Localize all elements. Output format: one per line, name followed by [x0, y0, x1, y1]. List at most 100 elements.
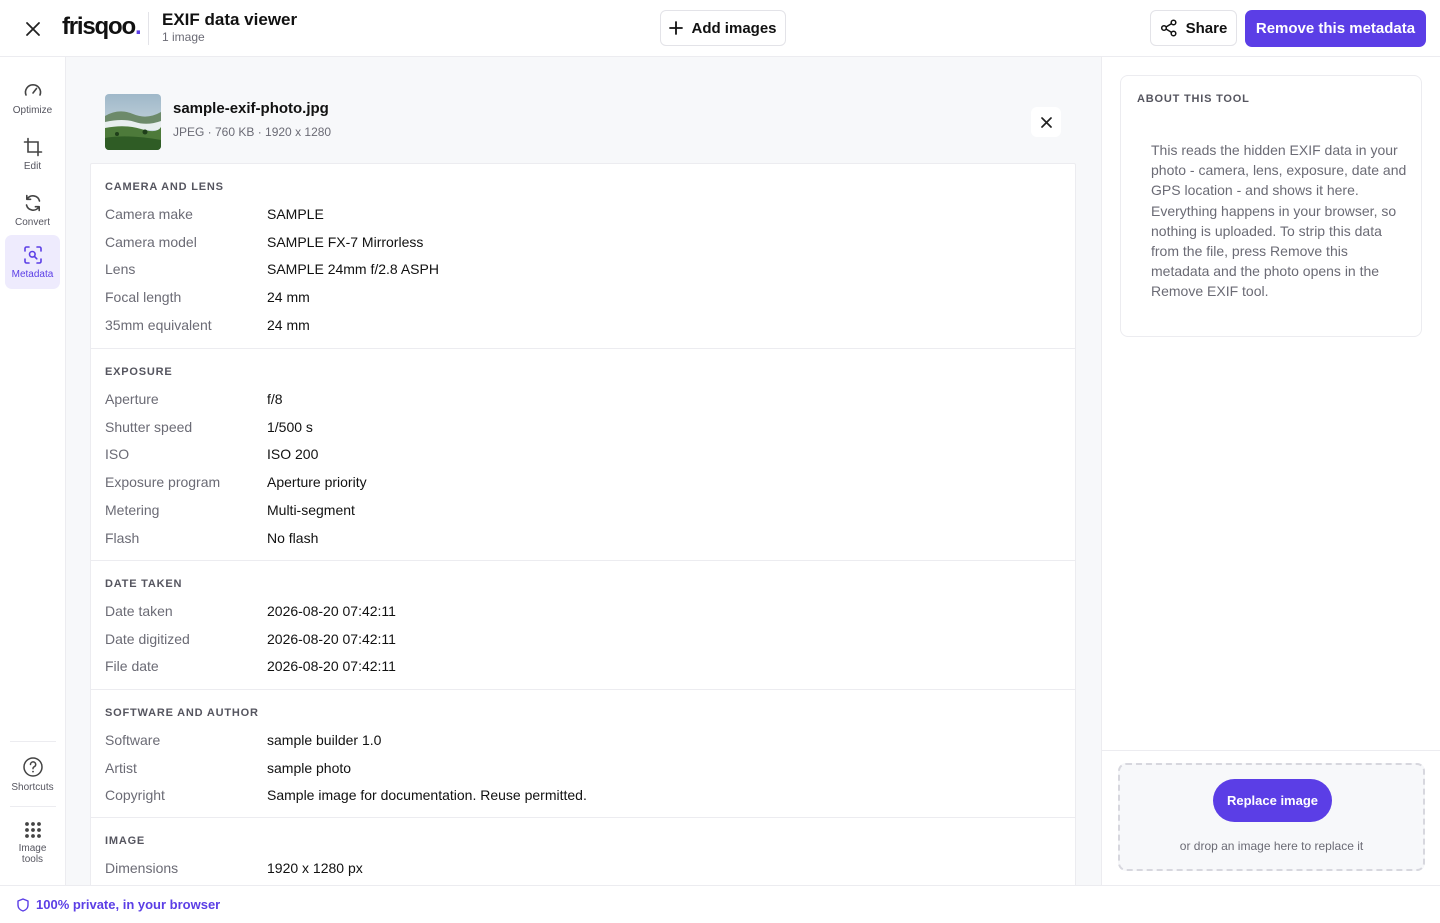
metadata-row: Lens SAMPLE 24mm f/2.8 ASPH	[105, 256, 1061, 284]
close-icon	[1040, 116, 1052, 128]
close-button[interactable]	[18, 14, 48, 44]
crop-icon	[23, 137, 42, 156]
metadata-row: Flash No flash	[105, 524, 1061, 552]
metadata-key: Lens	[105, 261, 136, 278]
section-title: CAMERA AND LENS	[105, 181, 224, 193]
metadata-row: File date 2026-08-20 07:42:11	[105, 653, 1061, 681]
rail-label-image-tools-line2: tools	[21, 854, 44, 865]
metadata-value: Multi-segment	[267, 502, 355, 519]
remove-metadata-button[interactable]: Remove this metadata	[1245, 10, 1426, 47]
grid-icon	[24, 822, 41, 838]
metadata-value: 2026-08-20 07:42:11	[267, 602, 396, 619]
metadata-key: Date taken	[105, 602, 173, 619]
file-thumbnail[interactable]	[105, 94, 161, 150]
tool-rail: Optimize Edit Convert Metadata Shortcuts	[0, 57, 66, 885]
about-text: This reads the hidden EXIF data in your …	[1151, 142, 1407, 300]
main-content: sample-exif-photo.jpg JPEG · 760 KB · 19…	[66, 57, 1101, 885]
rail-item-edit[interactable]: Edit	[5, 127, 60, 181]
section-title: SOFTWARE AND AUTHOR	[105, 707, 259, 719]
page-title: EXIF data viewer	[162, 10, 298, 29]
metadata-row: 35mm equivalent 24 mm	[105, 311, 1061, 339]
metadata-row: Exposure program Aperture priority	[105, 468, 1061, 496]
metadata-key: Date digitized	[105, 630, 190, 647]
about-title: ABOUT THIS TOOL	[1137, 93, 1250, 105]
metadata-key: 35mm equivalent	[105, 317, 212, 334]
section-title: EXPOSURE	[105, 366, 173, 378]
metadata-row: Artist sample photo	[105, 754, 1061, 782]
privacy-note[interactable]: 100% private, in your browser	[16, 897, 220, 912]
add-images-button[interactable]: Add images	[660, 10, 786, 46]
about-card: ABOUT THIS TOOL This reads the hidden EX…	[1120, 75, 1422, 337]
rail-label-optimize: Optimize	[12, 104, 53, 116]
metadata-row: Date digitized 2026-08-20 07:42:11	[105, 625, 1061, 653]
metadata-row: Camera make SAMPLE	[105, 200, 1061, 228]
metadata-row: Shutter speed 1/500 s	[105, 413, 1061, 441]
image-dropzone[interactable]: Replace image or drop an image here to r…	[1118, 763, 1425, 871]
landscape-thumbnail-image	[105, 94, 161, 150]
metadata-value: 24 mm	[267, 289, 310, 306]
metadata-value: sample photo	[267, 759, 352, 776]
scan-search-icon	[23, 245, 42, 264]
replace-image-button[interactable]: Replace image	[1213, 779, 1332, 822]
rail-item-metadata[interactable]: Metadata	[5, 235, 60, 289]
section-title: IMAGE	[105, 835, 146, 847]
metadata-row: Aperture f/8	[105, 385, 1061, 413]
top-bar: frisqoo. EXIF data viewer 1 image Add im…	[0, 0, 1440, 57]
rail-label-edit: Edit	[23, 160, 42, 172]
file-name: sample-exif-photo.jpg	[173, 100, 329, 117]
metadata-value: Sample image for documentation. Reuse pe…	[267, 787, 587, 804]
metadata-key: Copyright	[105, 787, 165, 804]
rail-item-image-tools[interactable]: Image tools	[5, 814, 60, 872]
file-meta: JPEG · 760 KB · 1920 x 1280	[173, 125, 332, 139]
share-label: Share	[1185, 19, 1228, 37]
logo-dot: .	[134, 13, 142, 40]
metadata-key: Camera model	[105, 233, 197, 250]
rail-item-shortcuts[interactable]: Shortcuts	[5, 747, 60, 801]
metadata-row: Dimensions 1920 x 1280 px	[105, 854, 1061, 882]
metadata-key: Dimensions	[105, 859, 179, 876]
metadata-value: f/8	[267, 390, 283, 407]
status-bar: 100% private, in your browser	[0, 885, 1440, 923]
metadata-row: ISO ISO 200	[105, 441, 1061, 469]
brand-logo[interactable]: frisqoo.	[62, 13, 142, 41]
section-title: DATE TAKEN	[105, 578, 183, 590]
metadata-row: Camera model SAMPLE FX-7 Mirrorless	[105, 228, 1061, 256]
section-software-and-author: SOFTWARE AND AUTHOR Software sample build…	[91, 690, 1075, 818]
rail-label-image-tools-line1: Image	[18, 843, 47, 854]
metadata-key: ISO	[105, 446, 130, 463]
share-button[interactable]: Share	[1150, 10, 1237, 46]
rail-item-convert[interactable]: Convert	[5, 183, 60, 237]
refresh-icon	[25, 194, 40, 211]
metadata-key: Metering	[105, 502, 160, 519]
dropzone-hint: or drop an image here to replace it	[1179, 839, 1364, 853]
share-icon	[1160, 19, 1177, 37]
rail-label-convert: Convert	[14, 216, 50, 228]
metadata-key: File date	[105, 658, 159, 675]
rail-label-metadata: Metadata	[11, 268, 54, 280]
metadata-value: SAMPLE 24mm f/2.8 ASPH	[267, 261, 439, 278]
plus-icon	[669, 21, 684, 35]
rail-divider	[10, 806, 56, 807]
metadata-value: Aperture priority	[267, 474, 367, 491]
section-date-taken: DATE TAKEN Date taken 2026-08-20 07:42:11…	[91, 561, 1075, 690]
logo-text: frisqoo	[62, 13, 136, 40]
metadata-panel: CAMERA AND LENS Camera make SAMPLE Camera…	[90, 163, 1076, 885]
metadata-row: Software sample builder 1.0	[105, 726, 1061, 754]
metadata-value: 1920 x 1280 px	[267, 859, 363, 876]
metadata-value: SAMPLE	[267, 205, 324, 222]
metadata-key: Camera make	[105, 205, 193, 222]
metadata-key: Aperture	[105, 390, 159, 407]
metadata-key: Exposure program	[105, 474, 221, 491]
metadata-key: Software	[105, 731, 161, 748]
rail-item-optimize[interactable]: Optimize	[5, 71, 60, 125]
metadata-row: Copyright Sample image for documentation.…	[105, 782, 1061, 810]
add-images-label: Add images	[691, 19, 777, 37]
metadata-key: Artist	[105, 759, 137, 776]
remove-file-button[interactable]	[1031, 107, 1061, 137]
privacy-text: 100% private, in your browser	[36, 897, 221, 912]
metadata-value: 24 mm	[267, 317, 310, 334]
metadata-value: sample builder 1.0	[267, 731, 382, 748]
title-block: EXIF data viewer 1 image	[162, 10, 297, 44]
help-circle-icon	[22, 756, 43, 777]
section-image: IMAGE Dimensions 1920 x 1280 px	[91, 818, 1075, 882]
